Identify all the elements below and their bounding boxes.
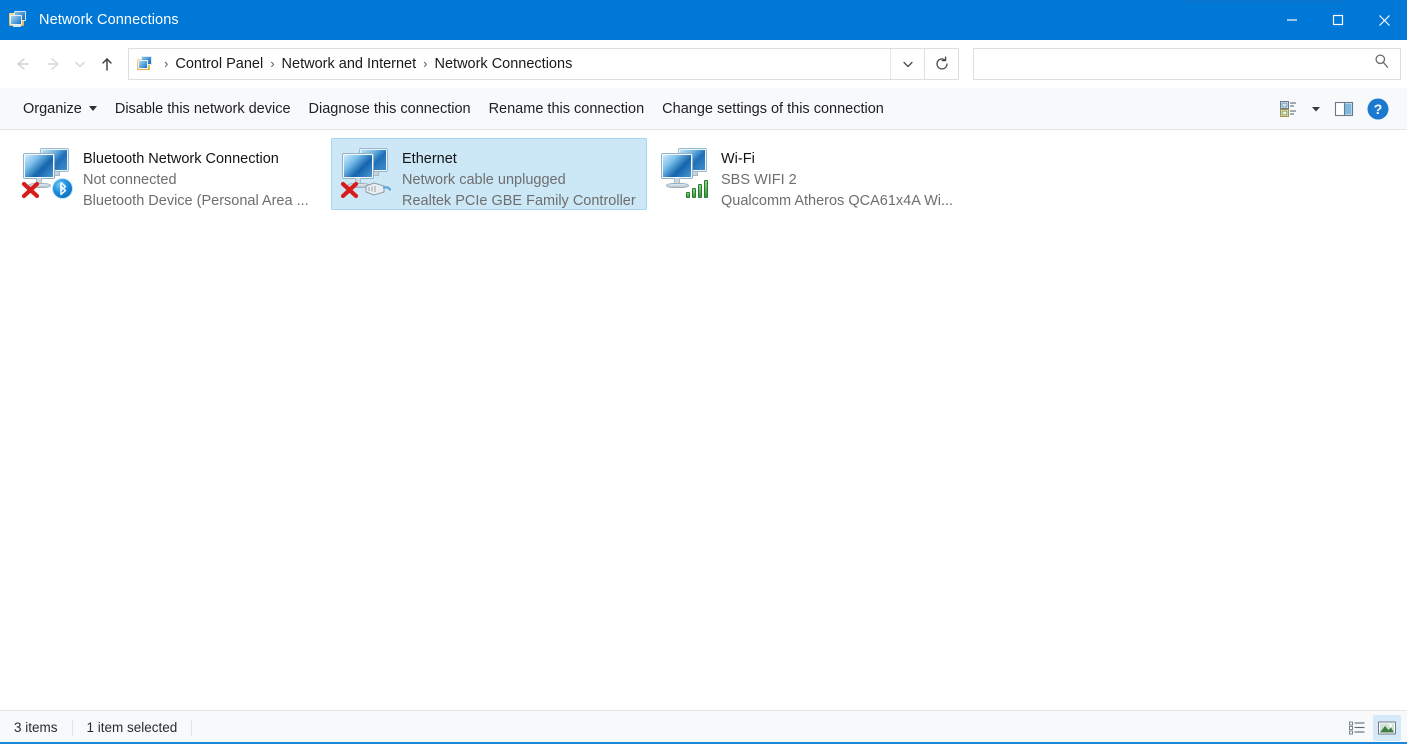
network-folder-icon [9, 10, 31, 30]
breadcrumb-separator: › [423, 56, 428, 71]
chevron-down-icon [88, 106, 97, 111]
connection-name: Wi-Fi [721, 151, 755, 167]
breadcrumb-item-network-and-internet[interactable]: Network and Internet [282, 56, 417, 72]
address-bar[interactable]: › Control Panel › Network and Internet ›… [128, 47, 925, 80]
connections-list: Bluetooth Network Connection Not connect… [0, 130, 1407, 710]
refresh-button[interactable] [925, 47, 959, 80]
list-item-text: Ethernet Network cable unplugged Realtek… [402, 144, 640, 212]
item-count-label: 3 items [14, 720, 58, 735]
breadcrumb-item-control-panel[interactable]: Control Panel [175, 56, 263, 72]
breadcrumb-separator: › [270, 56, 275, 71]
search-box[interactable] [973, 47, 1401, 80]
explorer-window: Network Connections › Control Panel › Ne… [0, 0, 1407, 744]
close-button[interactable] [1361, 0, 1407, 40]
large-icons-view-icon[interactable] [1373, 714, 1401, 741]
wifi-adapter-icon [659, 147, 711, 199]
forward-button[interactable] [38, 48, 68, 80]
minimize-button[interactable] [1269, 0, 1315, 40]
bluetooth-badge-icon [52, 178, 73, 199]
breadcrumb-separator: › [164, 56, 169, 71]
list-item-ethernet[interactable]: Ethernet Network cable unplugged Realtek… [331, 138, 647, 210]
disconnected-x-icon [340, 181, 359, 199]
status-divider [71, 719, 73, 736]
view-options-icon[interactable] [1271, 94, 1305, 124]
connection-device: Bluetooth Device (Personal Area ... [83, 193, 309, 209]
maximize-button[interactable] [1315, 0, 1361, 40]
search-input[interactable] [982, 55, 1374, 72]
change-settings-button[interactable]: Change settings of this connection [653, 96, 893, 122]
view-options-dropdown-icon[interactable] [1305, 94, 1327, 124]
list-item-text: Wi-Fi SBS WIFI 2 Qualcomm Atheros QCA61x… [721, 144, 959, 212]
address-network-folder-icon [137, 55, 155, 72]
connection-status: Not connected [83, 172, 177, 188]
selection-count-label: 1 item selected [86, 720, 178, 735]
breadcrumb-item-network-connections[interactable]: Network Connections [435, 56, 573, 72]
connection-status: Network cable unplugged [402, 172, 566, 188]
connection-name: Ethernet [402, 151, 457, 167]
address-dropdown-button[interactable] [890, 48, 924, 79]
help-icon[interactable]: ? [1361, 94, 1395, 124]
details-view-icon[interactable] [1343, 715, 1371, 741]
list-item-wi-fi[interactable]: Wi-Fi SBS WIFI 2 Qualcomm Atheros QCA61x… [650, 138, 966, 210]
disable-network-device-button[interactable]: Disable this network device [106, 96, 300, 122]
ethernet-adapter-icon [340, 147, 392, 199]
diagnose-connection-button[interactable]: Diagnose this connection [300, 96, 480, 122]
navigation-bar: › Control Panel › Network and Internet ›… [0, 40, 1407, 88]
search-icon [1374, 53, 1390, 74]
rj45-cable-icon [365, 182, 391, 196]
breadcrumb[interactable]: › Control Panel › Network and Internet ›… [129, 49, 890, 79]
status-divider [191, 719, 193, 736]
back-button[interactable] [8, 48, 38, 80]
organize-label: Organize [23, 100, 82, 117]
title-bar: Network Connections [0, 0, 1407, 40]
status-bar: 3 items 1 item selected [0, 710, 1407, 744]
window-title: Network Connections [39, 12, 179, 28]
connection-device: Qualcomm Atheros QCA61x4A Wi... [721, 193, 954, 209]
rename-connection-button[interactable]: Rename this connection [480, 96, 654, 122]
connection-name: Bluetooth Network Connection [83, 151, 279, 167]
organize-button[interactable]: Organize [14, 96, 106, 122]
list-item-text: Bluetooth Network Connection Not connect… [83, 144, 321, 212]
recent-locations-button[interactable] [68, 48, 92, 80]
command-toolbar: Organize Disable this network device Dia… [0, 88, 1407, 130]
connection-status: SBS WIFI 2 [721, 172, 797, 188]
bluetooth-network-adapter-icon [21, 147, 73, 199]
disconnected-x-icon [21, 181, 40, 199]
preview-pane-icon[interactable] [1327, 94, 1361, 124]
signal-bars-icon [686, 178, 710, 198]
up-button[interactable] [92, 48, 122, 80]
svg-text:?: ? [1374, 101, 1383, 117]
list-item-bluetooth-network-connection[interactable]: Bluetooth Network Connection Not connect… [12, 138, 328, 210]
window-controls [1269, 0, 1407, 40]
connection-device: Realtek PCIe GBE Family Controller [402, 193, 636, 209]
